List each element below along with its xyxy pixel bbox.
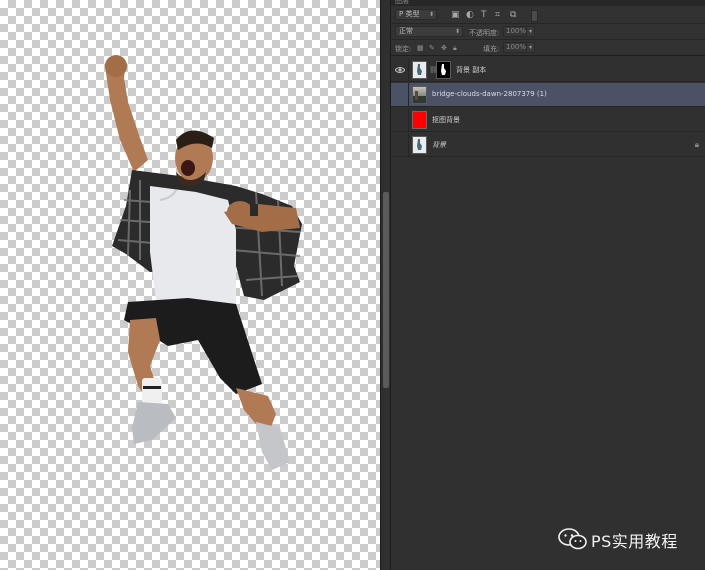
blend-mode-row: 正常 ⬍ 不透明度: 100% ▾ bbox=[391, 24, 705, 40]
fill-slider-button[interactable]: ▾ bbox=[526, 42, 535, 53]
column-divider bbox=[408, 108, 409, 132]
filter-toggle-switch[interactable] bbox=[531, 10, 538, 22]
layer-mask-thumbnail[interactable] bbox=[436, 61, 451, 79]
blend-mode-value: 正常 bbox=[399, 27, 413, 35]
lock-row: 锁定: ▦ ✎ ✥ 🔒︎ 填充: 100% ▾ bbox=[391, 40, 705, 56]
smart-object-filter-icon[interactable]: ⧉ bbox=[510, 11, 516, 20]
canvas-vertical-scrollbar[interactable] bbox=[380, 0, 391, 570]
fill-label: 填充: bbox=[483, 45, 500, 53]
visibility-toggle-off[interactable] bbox=[396, 91, 404, 99]
layer-thumbnail[interactable] bbox=[412, 136, 427, 154]
lock-label: 锁定: bbox=[395, 45, 412, 53]
layer-thumbnail[interactable] bbox=[412, 61, 427, 79]
image-filter-icon[interactable]: ▣ bbox=[451, 11, 460, 20]
type-filter-icon[interactable]: T bbox=[481, 11, 487, 20]
lock-image-pixels-icon[interactable]: ✎ bbox=[429, 44, 435, 52]
visibility-toggle-off[interactable] bbox=[396, 116, 404, 124]
layer-row[interactable]: 抠图背景 bbox=[391, 108, 705, 132]
dropdown-arrow-icon: ⬍ bbox=[428, 11, 434, 18]
wechat-logo-icon bbox=[558, 528, 587, 550]
layer-name[interactable]: 抠图背景 bbox=[432, 115, 460, 125]
layer-name[interactable]: 背景 bbox=[432, 140, 446, 150]
layer-row[interactable]: 背景 🔒︎ bbox=[391, 133, 705, 157]
layers-panel: 图层 P 类型 ⬍ ▣ ◐ T ⌗ ⧉ 正常 ⬍ 不透明度: 100% ▾ 锁定: … bbox=[391, 0, 705, 570]
lock-transparent-pixels-icon[interactable]: ▦ bbox=[417, 44, 424, 52]
visibility-toggle-off[interactable] bbox=[396, 141, 404, 149]
opacity-slider-button[interactable]: ▾ bbox=[526, 26, 535, 37]
layer-row[interactable]: ⛓ 背景 副本 bbox=[391, 58, 705, 82]
dropdown-arrow-icon: ⬍ bbox=[454, 28, 460, 35]
layers-empty-area bbox=[391, 158, 705, 570]
layer-thumbnail[interactable] bbox=[412, 111, 427, 129]
filter-kind-dropdown[interactable]: P 类型 ⬍ bbox=[395, 9, 437, 20]
lock-icon: 🔒︎ bbox=[694, 140, 699, 149]
blend-mode-dropdown[interactable]: 正常 ⬍ bbox=[395, 26, 463, 37]
watermark-text: PS实用教程 bbox=[591, 532, 678, 551]
eye-icon[interactable] bbox=[395, 66, 405, 74]
layer-thumbnail[interactable] bbox=[412, 86, 427, 104]
document-canvas[interactable] bbox=[0, 0, 380, 570]
layer-name[interactable]: bridge-clouds-dawn-2807379 (1) bbox=[432, 90, 547, 98]
shape-filter-icon[interactable]: ⌗ bbox=[495, 11, 500, 20]
adjustment-filter-icon[interactable]: ◐ bbox=[466, 11, 474, 20]
layer-row-selected[interactable]: bridge-clouds-dawn-2807379 (1) bbox=[391, 83, 705, 107]
opacity-label: 不透明度: bbox=[469, 29, 500, 37]
jumping-man-cutout bbox=[105, 55, 302, 470]
lock-position-icon[interactable]: ✥ bbox=[441, 44, 447, 52]
filter-kind-value: P 类型 bbox=[399, 10, 420, 18]
column-divider bbox=[408, 58, 409, 82]
layer-filter-row: P 类型 ⬍ ▣ ◐ T ⌗ ⧉ bbox=[391, 6, 705, 24]
lock-all-icon[interactable]: 🔒︎ bbox=[453, 44, 457, 53]
layer-name[interactable]: 背景 副本 bbox=[456, 65, 486, 75]
column-divider bbox=[408, 133, 409, 157]
column-divider bbox=[408, 83, 409, 107]
scrollbar-thumb[interactable] bbox=[383, 192, 389, 388]
